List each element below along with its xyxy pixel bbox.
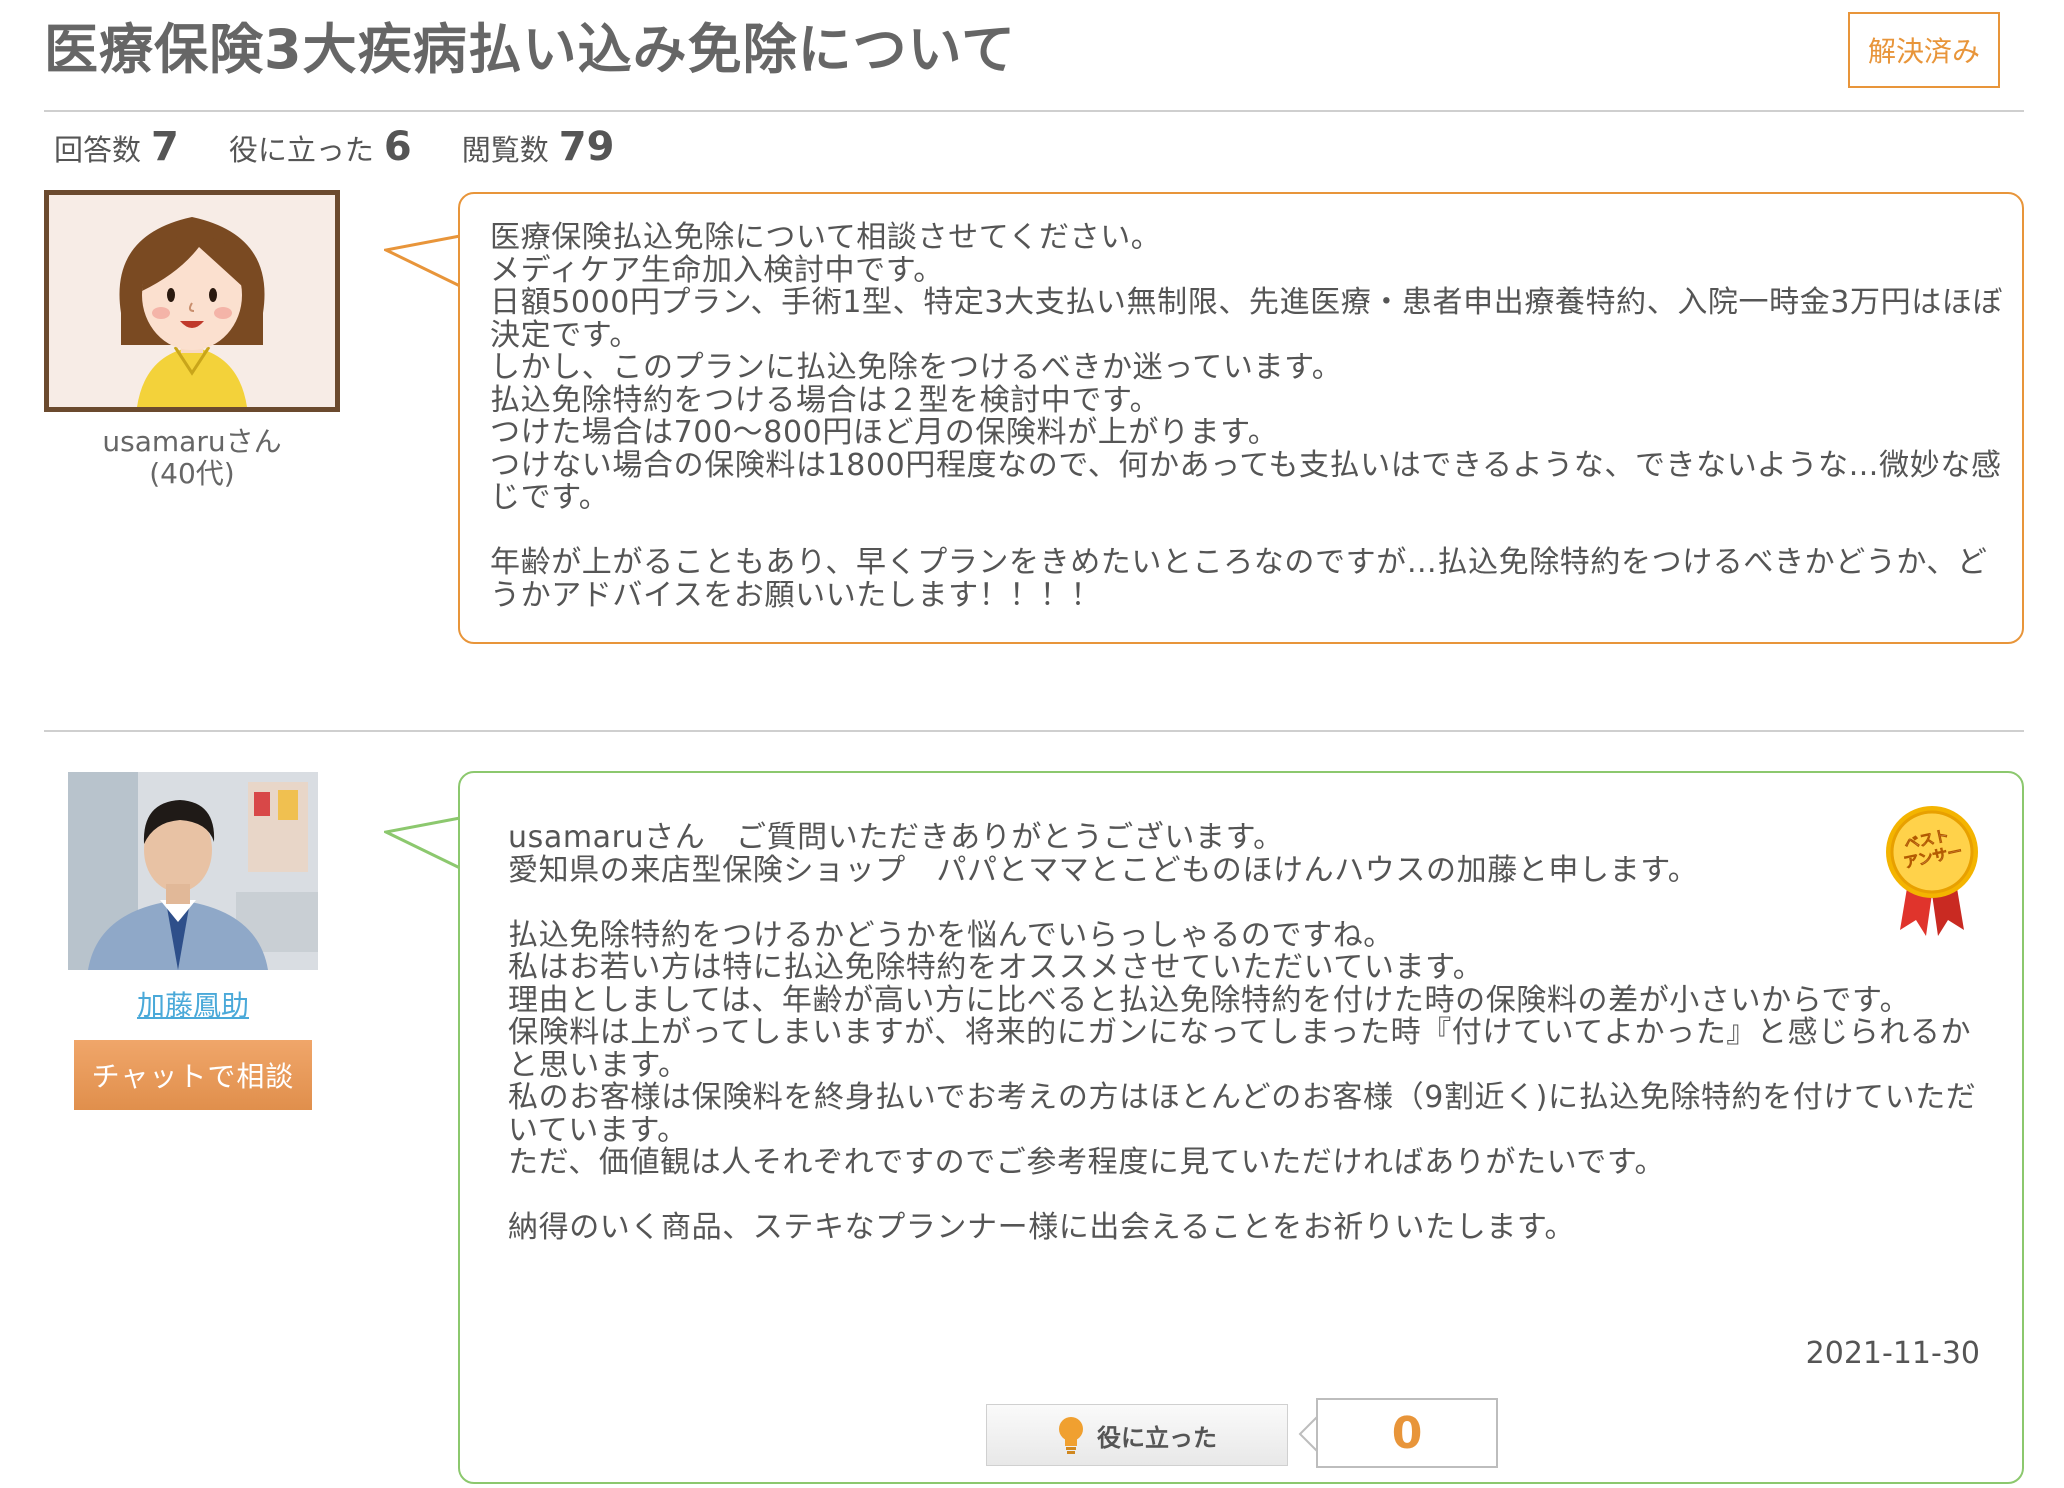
answer-bubble-tail xyxy=(384,816,464,870)
stat-value: 79 xyxy=(558,124,615,170)
lightbulb-icon xyxy=(1059,1417,1083,1454)
answerer-portrait-icon xyxy=(68,772,318,970)
helpful-count-stat: 役に立った 6 xyxy=(229,124,412,170)
stat-value: 7 xyxy=(151,124,179,170)
answer-date: 2021-11-30 xyxy=(1805,1336,1980,1371)
asker-age: (40代) xyxy=(149,457,235,490)
question-stats: 回答数 7 役に立った 6 閲覧数 79 xyxy=(54,124,664,170)
woman-avatar-icon xyxy=(49,195,335,407)
asker-name: usamaruさん xyxy=(102,425,282,458)
asker-avatar xyxy=(44,190,340,412)
helpful-button[interactable]: 役に立った xyxy=(986,1404,1288,1466)
stat-value: 6 xyxy=(383,124,412,170)
chat-consult-button[interactable]: チャットで相談 xyxy=(74,1040,312,1110)
header-divider xyxy=(44,110,2024,112)
answer-body: usamaruさん ご質問いただきありがとうございます。 愛知県の来店型保険ショ… xyxy=(508,820,1977,1245)
best-answer-medal-icon: ベスト アンサー xyxy=(1886,806,1978,936)
answerer-photo xyxy=(68,772,318,970)
view-count-stat: 閲覧数 79 xyxy=(462,124,615,170)
stat-label: 役に立った xyxy=(228,133,374,167)
resolved-status-badge: 解決済み xyxy=(1848,12,2000,88)
question-bubble-tail xyxy=(384,234,464,288)
answerer-name-link[interactable]: 加藤鳳助 xyxy=(68,984,318,1024)
section-divider xyxy=(44,730,2024,732)
question-body: 医療保険払込免除について相談させてください。 メディケア生命加入検討中です。 日… xyxy=(490,220,2004,613)
asker-info: usamaruさん (40代) xyxy=(44,426,340,490)
page-title: 医療保険3大疾病払い込み免除について xyxy=(44,18,1016,81)
helpful-button-label: 役に立った xyxy=(1097,1423,1217,1452)
helpful-count-display: 0 xyxy=(1316,1398,1498,1468)
answer-count-stat: 回答数 7 xyxy=(54,124,179,170)
stat-label: 閲覧数 xyxy=(461,133,549,167)
stat-label: 回答数 xyxy=(54,133,142,167)
